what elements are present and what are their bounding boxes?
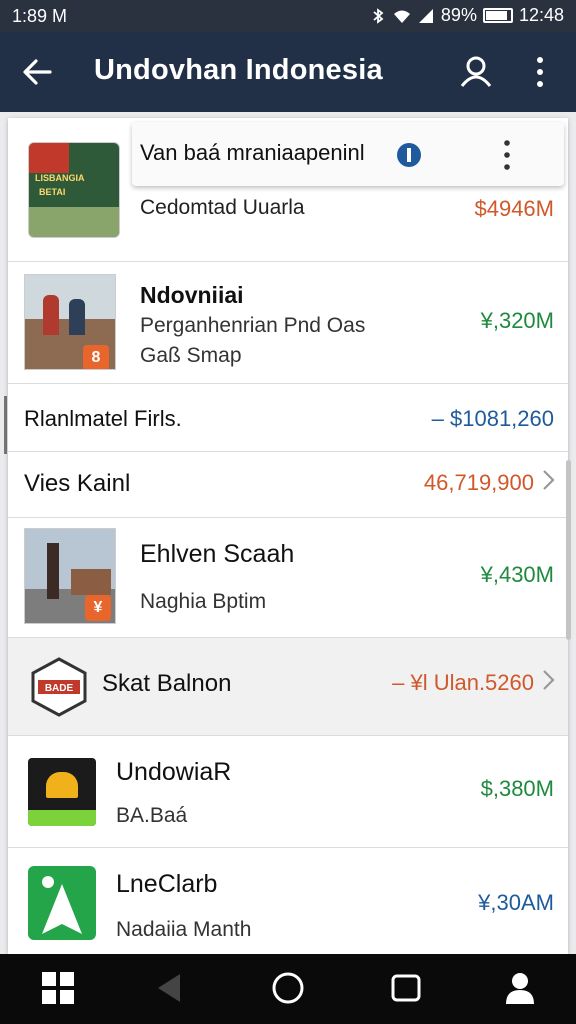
thumbnail-text: BETAI <box>39 187 66 197</box>
item-amount: $,380M <box>480 776 554 801</box>
back-arrow-icon[interactable] <box>18 52 58 92</box>
item-title: Ndovniiai <box>140 282 244 308</box>
item-subtitle: BA.Baá <box>116 804 188 827</box>
status-icons: 89% 12:48 <box>369 5 564 26</box>
item-title: Rlanlmatel Firls. <box>24 406 182 431</box>
item-amount: – ¥l Ulan.5260 <box>392 670 534 695</box>
scrollbar[interactable] <box>566 460 571 640</box>
thumbnail-image: ¥ <box>24 528 116 624</box>
more-vert-icon[interactable] <box>500 138 514 172</box>
item-subtitle: Naghia Bptim <box>140 590 267 613</box>
profile-icon[interactable] <box>500 968 540 1008</box>
signal-icon <box>418 8 433 23</box>
edge-indicator <box>4 396 7 454</box>
item-subtitle: Cedomtad Uuarla <box>140 196 305 219</box>
list-item[interactable]: Rlanlmatel Firls. – $1081,260 <box>8 384 568 452</box>
wifi-icon <box>393 10 410 23</box>
floating-info-card[interactable]: Van baá mraniaapeninl <box>132 122 564 186</box>
windows-start-icon[interactable] <box>38 968 78 1008</box>
transaction-list: LISBANGIA BETAI Cedomtad Uuarla $4946M 8… <box>8 118 568 954</box>
item-title: Skat Balnon <box>102 670 232 697</box>
shield-logo-icon: BADE <box>31 657 87 717</box>
item-subtitle-secondary: Gaß Smap <box>140 344 242 367</box>
app-logo-icon <box>42 876 82 934</box>
item-amount: $4946M <box>474 196 554 221</box>
battery-percent: 89% <box>440 5 477 25</box>
logo-text: BADE <box>45 683 74 694</box>
more-vert-icon[interactable] <box>524 52 556 92</box>
item-title: UndowiaR <box>116 758 232 786</box>
recents-square-icon[interactable] <box>386 968 426 1008</box>
bluetooth-icon <box>373 7 384 24</box>
status-clock: 12:48 <box>518 5 564 25</box>
app-logo <box>28 866 96 940</box>
back-triangle-icon[interactable] <box>150 968 190 1008</box>
chevron-right-icon <box>543 470 555 490</box>
thumbnail-text: LISBANGIA <box>35 173 85 183</box>
thumbnail-image: 8 <box>24 274 116 370</box>
list-item[interactable]: 8 Ndovniiai Perganhenrian Pnd Oas Gaß Sm… <box>8 262 568 384</box>
item-subtitle: Perganhenrian Pnd Oas <box>140 314 366 337</box>
list-item[interactable]: LneClarb Nadaiia Manth ¥,30AM <box>8 848 568 954</box>
card-text: Van baá mraniaapeninl <box>140 140 365 165</box>
home-circle-icon[interactable] <box>268 968 308 1008</box>
list-item[interactable]: UndowiaR BA.Baá $,380M <box>8 736 568 848</box>
battery-icon <box>482 8 513 23</box>
item-amount: ¥,30AM <box>478 890 554 915</box>
status-bar: 1:89 M 89% 12:48 <box>0 0 576 32</box>
badge: ¥ <box>85 595 111 621</box>
app-bar: Undovhan Indonesia <box>0 32 576 112</box>
account-icon[interactable] <box>456 52 496 92</box>
app-logo <box>28 758 96 826</box>
badge: 8 <box>83 345 109 369</box>
item-title: Ehlven Scaah <box>140 540 295 568</box>
item-amount: ¥,320M <box>480 308 554 333</box>
status-time: 1:89 M <box>12 6 68 26</box>
list-item[interactable]: BADE Skat Balnon – ¥l Ulan.5260 <box>8 638 568 736</box>
list-item[interactable]: Vies Kainl 46,719,900 <box>8 452 568 518</box>
item-title: Vies Kainl <box>24 470 131 497</box>
item-title: LneClarb <box>116 870 218 898</box>
item-subtitle: Nadaiia Manth <box>116 918 252 941</box>
item-amount: – $1081,260 <box>431 406 554 431</box>
info-dot-icon[interactable] <box>396 142 422 168</box>
chevron-right-icon <box>543 670 555 690</box>
system-nav-bar <box>0 954 576 1024</box>
thumbnail-image: LISBANGIA BETAI <box>28 142 120 238</box>
list-item[interactable]: ¥ Ehlven Scaah Naghia Bptim ¥,430M <box>8 518 568 638</box>
page-title: Undovhan Indonesia <box>94 54 383 86</box>
item-amount: 46,719,900 <box>423 470 534 495</box>
item-amount: ¥,430M <box>480 562 554 587</box>
